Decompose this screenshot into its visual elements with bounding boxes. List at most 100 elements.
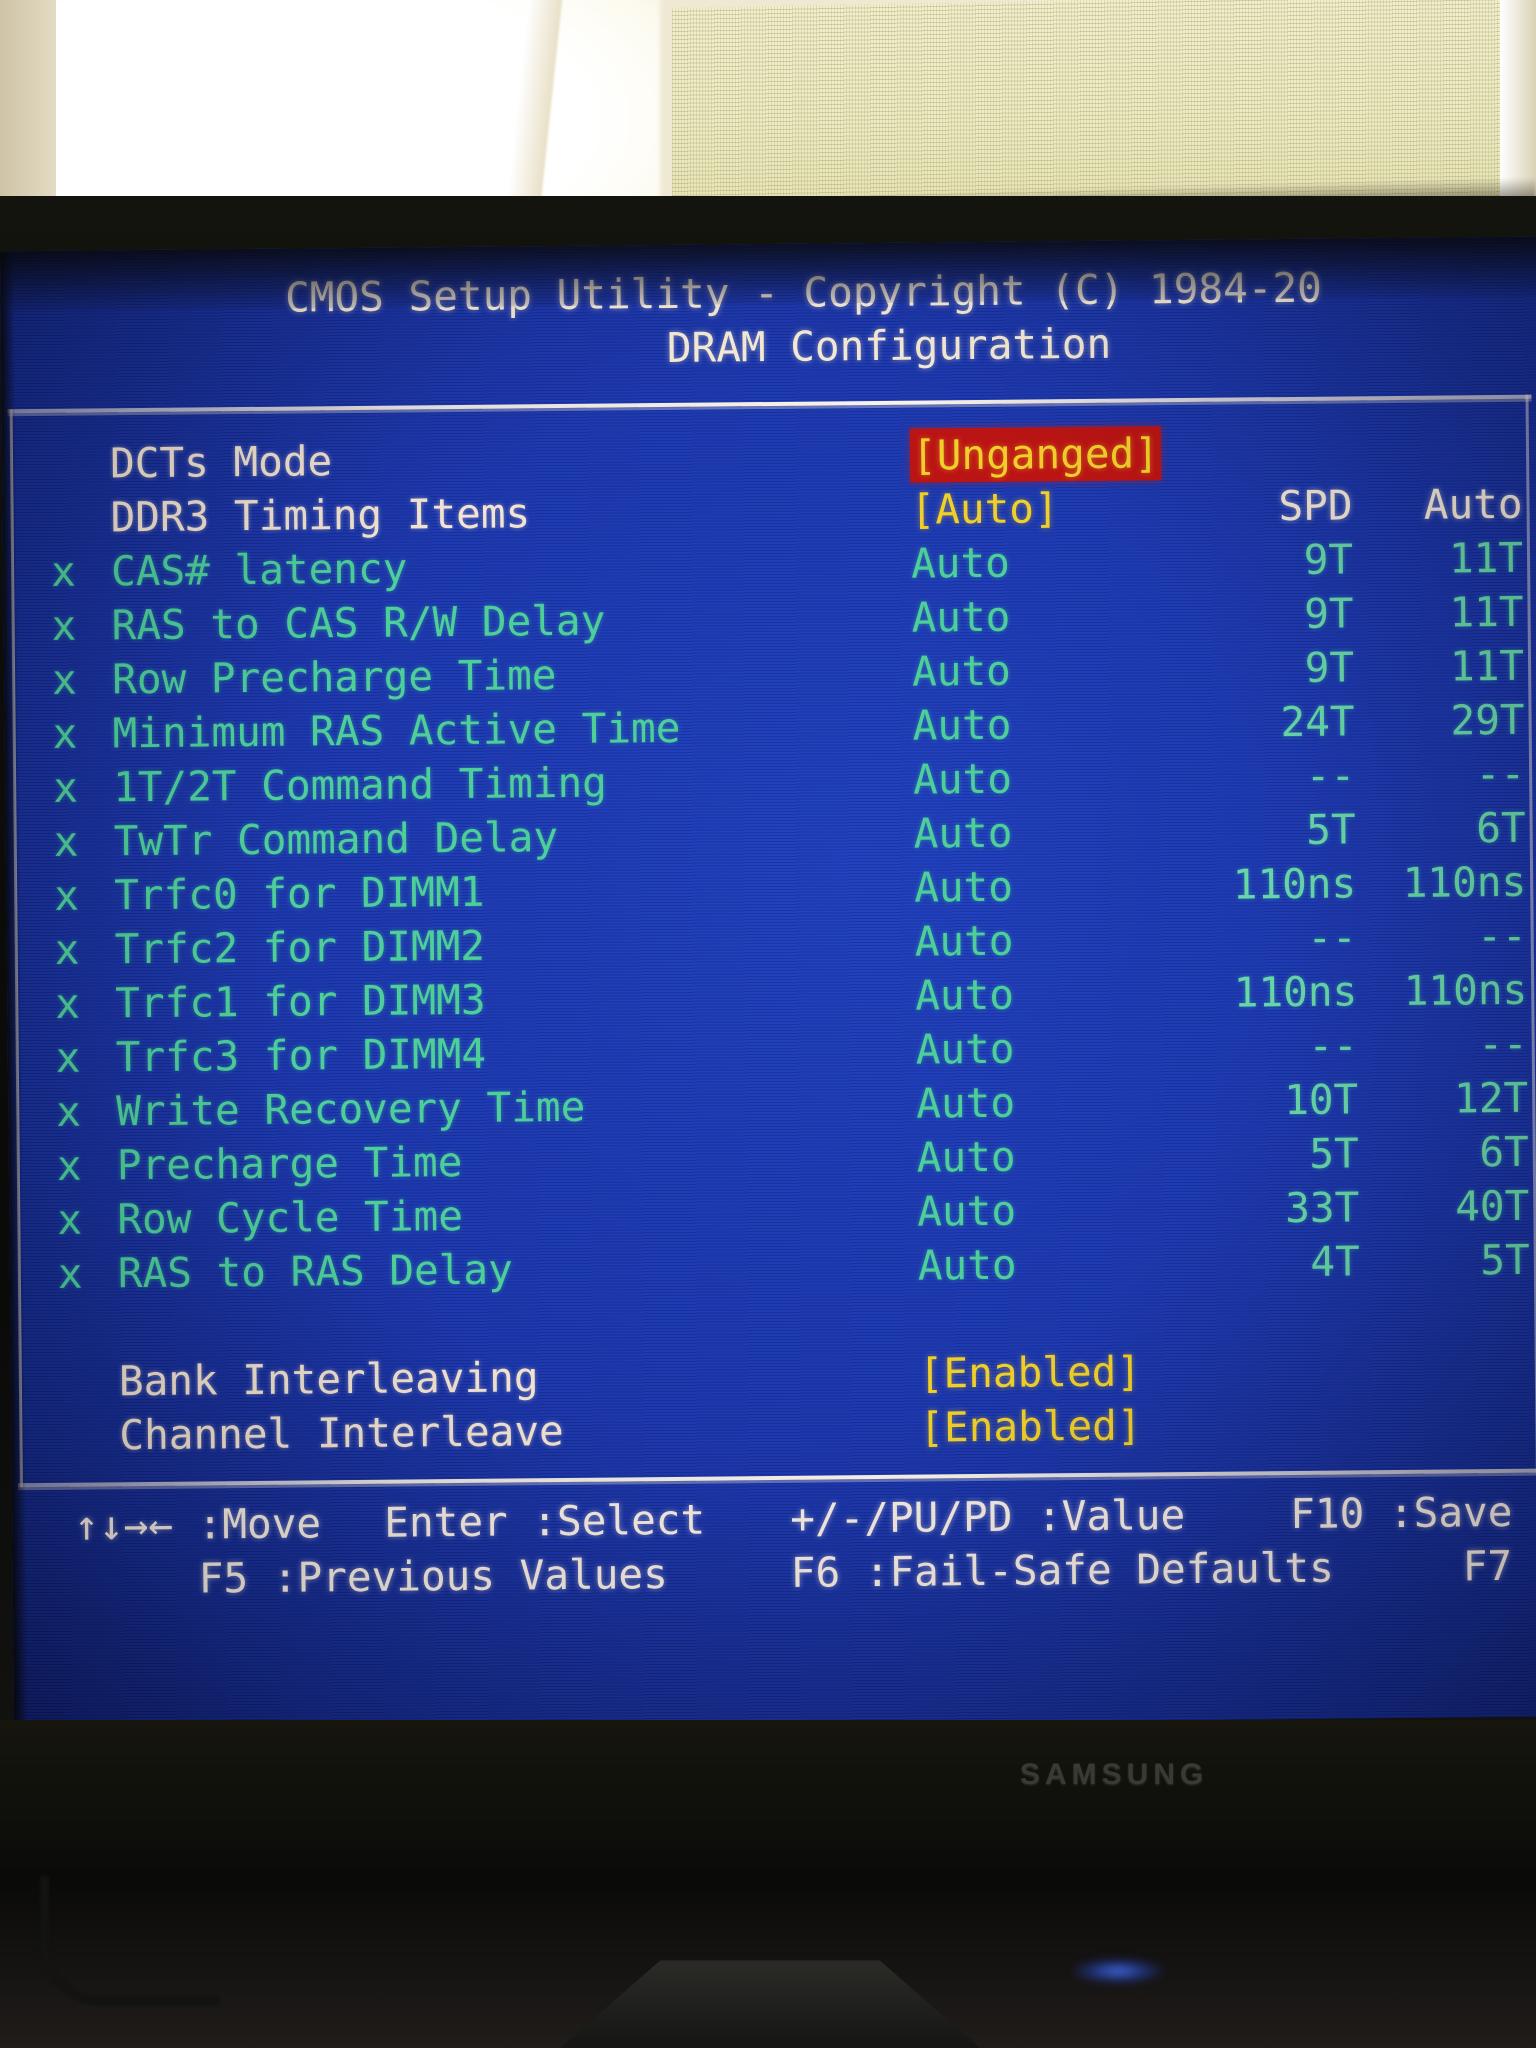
- setting-label: Channel Interleave: [119, 1407, 564, 1460]
- help-bar: ↑↓→← :Move Enter :Select +/-/PU/PD :Valu…: [12, 1485, 1536, 1608]
- spd-value: 9T: [1304, 643, 1355, 692]
- bios-screen: CMOS Setup Utility - Copyright (C) 1984-…: [0, 236, 1536, 1732]
- setting-value[interactable]: Auto: [911, 536, 1010, 591]
- setting-label: Minimum RAS Active Time: [112, 703, 681, 758]
- setting-value[interactable]: Auto: [918, 1238, 1017, 1293]
- setting-value[interactable]: Auto: [914, 914, 1013, 969]
- setting-label: Row Cycle Time: [117, 1191, 464, 1244]
- setting-value[interactable]: Auto: [917, 1184, 1016, 1239]
- disabled-marker-icon: x: [53, 871, 80, 920]
- spd-value: 33T: [1284, 1183, 1360, 1233]
- help-enter: Enter :Select: [384, 1495, 706, 1547]
- setting-label: Precharge Time: [116, 1137, 463, 1190]
- spd-value: 110ns: [1233, 967, 1358, 1017]
- column-header-spd: SPD: [1278, 481, 1353, 531]
- disabled-marker-icon: x: [52, 763, 79, 812]
- setting-label: Trfc0 for DIMM1: [113, 867, 485, 920]
- settings-list: DCTs Mode [Unganged] DDR3 Timing Items [Aut…: [2, 423, 1536, 1464]
- auto-value: 110ns: [1403, 965, 1528, 1015]
- auto-value: 12T: [1453, 1073, 1529, 1123]
- bracket-close: ]: [1133, 429, 1160, 478]
- auto-value: 5T: [1480, 1235, 1531, 1285]
- divider-top: [7, 394, 1532, 414]
- spd-value: --: [1308, 1021, 1358, 1070]
- auto-value: 110ns: [1402, 857, 1527, 907]
- spd-value: 9T: [1303, 535, 1354, 584]
- setting-value[interactable]: [Enabled]: [919, 1398, 1142, 1454]
- setting-value[interactable]: Auto: [912, 698, 1011, 753]
- power-led-indicator: [1072, 1958, 1164, 1984]
- spd-value: --: [1305, 751, 1356, 800]
- spd-value: 9T: [1303, 589, 1354, 638]
- setting-label: Trfc3 for DIMM4: [115, 1029, 487, 1082]
- cmos-setup-utility: CMOS Setup Utility - Copyright (C) 1984-…: [0, 237, 1536, 1732]
- auto-value: --: [1478, 1019, 1528, 1069]
- auto-value: 40T: [1454, 1181, 1530, 1231]
- setting-value[interactable]: Auto: [912, 644, 1011, 699]
- disabled-marker-icon: x: [56, 1087, 82, 1136]
- setting-value[interactable]: Auto: [915, 968, 1014, 1023]
- photo-scene: CMOS Setup Utility - Copyright (C) 1984-…: [0, 0, 1536, 2048]
- setting-label: Bank Interleaving: [118, 1353, 539, 1406]
- help-save: F10 :Save: [1289, 1487, 1513, 1539]
- setting-label: TwTr Command Delay: [113, 813, 559, 866]
- setting-label: 1T/2T Command Timing: [112, 758, 608, 812]
- setting-value[interactable]: Auto: [917, 1130, 1016, 1185]
- bracket-open: [: [911, 431, 937, 480]
- disabled-marker-icon: x: [54, 925, 80, 974]
- setting-value[interactable]: Auto: [915, 1022, 1015, 1077]
- disabled-marker-icon: x: [51, 601, 77, 650]
- spd-value: 5T: [1306, 805, 1356, 854]
- help-failsafe: F6 :Fail-Safe Defaults: [790, 1543, 1335, 1597]
- auto-value: 29T: [1450, 695, 1525, 745]
- disabled-marker-icon: x: [55, 1033, 81, 1082]
- selected-value-text: Unganged: [936, 429, 1135, 480]
- disabled-marker-icon: x: [57, 1249, 83, 1298]
- bezel-lower: [0, 1720, 1536, 1870]
- disabled-marker-icon: x: [55, 979, 81, 1028]
- setting-value[interactable]: Auto: [913, 806, 1012, 861]
- help-previous: F5 :Previous Values: [198, 1550, 668, 1603]
- spd-value: 10T: [1283, 1075, 1359, 1125]
- setting-value[interactable]: Auto: [913, 752, 1012, 807]
- auto-value: 11T: [1449, 641, 1525, 691]
- help-value: +/-/PU/PD :Value: [790, 1491, 1186, 1543]
- setting-value[interactable]: Auto: [916, 1076, 1015, 1131]
- spd-value: 110ns: [1232, 859, 1357, 909]
- spd-value: 24T: [1280, 697, 1355, 747]
- spd-value: --: [1307, 913, 1357, 962]
- setting-label: Row Precharge Time: [111, 651, 557, 704]
- setting-label: DDR3 Timing Items: [110, 489, 531, 542]
- setting-value[interactable]: Auto: [914, 860, 1013, 915]
- auto-value: 6T: [1479, 1127, 1529, 1177]
- auto-value: --: [1475, 749, 1526, 799]
- setting-label: DCTs Mode: [109, 437, 333, 488]
- disabled-marker-icon: x: [53, 817, 79, 866]
- auto-value: 11T: [1449, 587, 1524, 637]
- disabled-marker-icon: x: [50, 547, 77, 596]
- disabled-marker-icon: x: [56, 1141, 82, 1190]
- setting-label: CAS# latency: [110, 544, 408, 596]
- spd-value: 4T: [1310, 1237, 1361, 1286]
- auto-value: 11T: [1448, 533, 1524, 583]
- help-f7: F7: [1462, 1541, 1513, 1591]
- setting-value[interactable]: [Enabled]: [919, 1344, 1142, 1400]
- auto-value: 6T: [1476, 803, 1526, 853]
- setting-value-selected[interactable]: [Unganged]: [909, 426, 1162, 483]
- spd-value: 5T: [1309, 1129, 1359, 1178]
- cable: [40, 1876, 219, 2005]
- help-move: ↑↓→← :Move: [74, 1499, 322, 1550]
- setting-label: Trfc1 for DIMM3: [115, 975, 486, 1028]
- divider-bottom: [17, 1468, 1536, 1488]
- setting-value[interactable]: Auto: [911, 590, 1010, 645]
- disabled-marker-icon: x: [57, 1195, 83, 1244]
- column-header-auto: Auto: [1423, 479, 1523, 529]
- disabled-marker-icon: x: [52, 709, 78, 758]
- bios-titlebar: CMOS Setup Utility - Copyright (C) 1984-…: [0, 259, 1536, 382]
- setting-label: RAS to CAS R/W Delay: [111, 596, 606, 650]
- setting-label: RAS to RAS Delay: [117, 1245, 514, 1298]
- setting-label: Trfc2 for DIMM2: [114, 921, 486, 974]
- setting-value[interactable]: [Auto]: [910, 481, 1059, 536]
- monitor-brand-logo: SAMSUNG: [1020, 1758, 1209, 1791]
- auto-value: --: [1477, 911, 1527, 961]
